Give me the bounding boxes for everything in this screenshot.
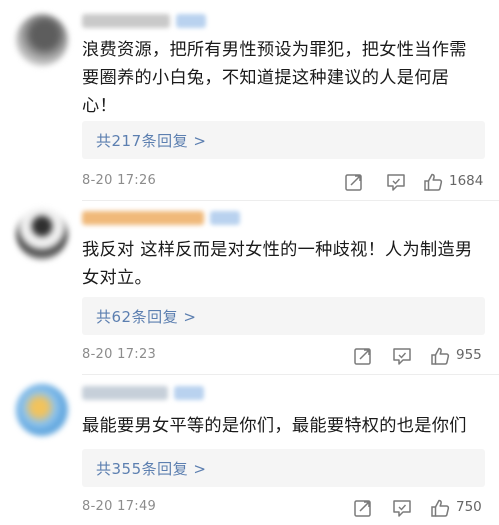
reply-count-link[interactable]: 共355条回复 > bbox=[82, 449, 485, 487]
user-badge-redacted bbox=[174, 386, 204, 400]
like-count: 750 bbox=[456, 499, 482, 515]
share-icon[interactable] bbox=[343, 171, 365, 193]
avatar[interactable] bbox=[16, 208, 68, 260]
reply-count-label: 共217条回复 > bbox=[96, 132, 207, 150]
reply-count-link[interactable]: 共62条回复 > bbox=[82, 297, 485, 335]
share-icon[interactable] bbox=[352, 497, 374, 519]
comment-icon[interactable] bbox=[391, 497, 413, 519]
thumbs-up-icon[interactable] bbox=[422, 171, 444, 193]
reply-count-label: 共62条回复 > bbox=[96, 308, 197, 326]
thumbs-up-icon[interactable] bbox=[429, 497, 451, 519]
comment-icon[interactable] bbox=[385, 171, 407, 193]
comment-time: 8-20 17:49 bbox=[82, 499, 157, 514]
reply-count-label: 共355条回复 > bbox=[96, 460, 207, 478]
like-count: 955 bbox=[456, 347, 482, 363]
comment-time: 8-20 17:26 bbox=[82, 173, 157, 188]
user-badge-redacted bbox=[176, 14, 206, 28]
comment-text: 浪费资源，把所有男性预设为罪犯，把女性当作需要圈养的小白兔，不知道提这种建议的人… bbox=[82, 40, 467, 116]
thumbs-up-icon[interactable] bbox=[429, 345, 451, 367]
username-redacted[interactable] bbox=[82, 14, 170, 28]
comment-meta: 8-20 17:26 1684 bbox=[82, 171, 485, 193]
username-redacted[interactable] bbox=[82, 386, 168, 400]
username-redacted[interactable] bbox=[82, 211, 204, 225]
comment-meta: 8-20 17:49 750 bbox=[82, 497, 485, 519]
comment-time: 8-20 17:23 bbox=[82, 347, 157, 362]
comment-icon[interactable] bbox=[391, 345, 413, 367]
avatar[interactable] bbox=[16, 384, 68, 436]
like-count: 1684 bbox=[449, 173, 484, 189]
divider bbox=[82, 374, 499, 375]
user-badge-redacted bbox=[210, 211, 240, 225]
comment-text: 最能要男女平等的是你们，最能要特权的也是你们 bbox=[82, 416, 467, 436]
comment-list: 浪费资源，把所有男性预设为罪犯，把女性当作需要圈养的小白兔，不知道提这种建议的人… bbox=[0, 0, 499, 525]
reply-count-link[interactable]: 共217条回复 > bbox=[82, 121, 485, 159]
comment-text: 我反对 这样反而是对女性的一种歧视！人为制造男女对立。 bbox=[82, 240, 473, 288]
avatar[interactable] bbox=[16, 14, 68, 66]
divider bbox=[82, 200, 499, 201]
comment-meta: 8-20 17:23 955 bbox=[82, 345, 485, 367]
share-icon[interactable] bbox=[352, 345, 374, 367]
